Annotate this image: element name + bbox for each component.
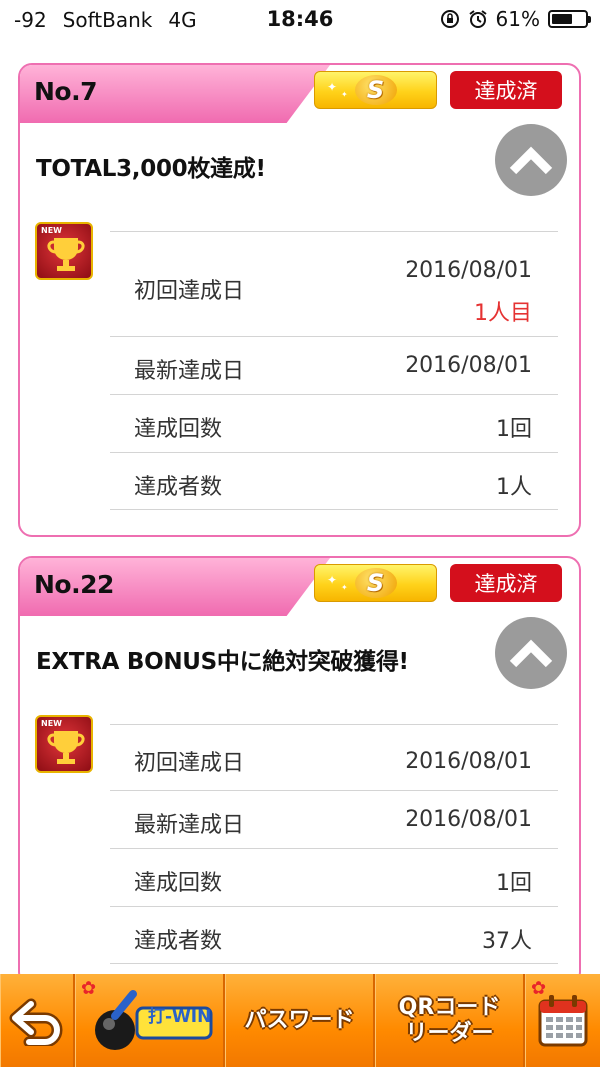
sparkle-icon: ✦ bbox=[327, 573, 338, 587]
stat-value: 1回 bbox=[496, 871, 532, 896]
status-bar: -92 SoftBank 4G 18:46 61% bbox=[0, 0, 600, 40]
achievement-title: EXTRA BONUS中に絶対突破獲得! bbox=[36, 649, 409, 675]
calendar-button[interactable]: ✿ bbox=[525, 974, 600, 1067]
stat-label: 達成回数 bbox=[134, 871, 223, 896]
stat-row: 達成回数 1回 bbox=[110, 394, 558, 452]
stat-value: 1人 bbox=[496, 475, 532, 500]
stat-label: 達成回数 bbox=[134, 417, 223, 442]
stat-value: 37人 bbox=[482, 929, 532, 954]
chevron-up-icon bbox=[509, 146, 553, 175]
card-header: No.7 ✦ ✦ S 達成済 bbox=[20, 65, 579, 123]
achievement-number: No.7 bbox=[34, 77, 98, 106]
stat-label: 達成者数 bbox=[134, 929, 223, 954]
stat-label: 初回達成日 bbox=[134, 279, 245, 304]
status-badge: 達成済 bbox=[450, 71, 562, 109]
back-arrow-icon bbox=[9, 998, 63, 1046]
bottom-nav: ✿ 打-WIN パスワード QRコード リーダー ✿ bbox=[0, 974, 600, 1067]
achievement-number: No.22 bbox=[34, 570, 114, 599]
battery-percent: 61% bbox=[495, 7, 540, 31]
card-header: No.22 ✦ ✦ S 達成済 bbox=[20, 558, 579, 616]
achievement-card: No.22 ✦ ✦ S 達成済 EXTRA BONUS中に絶対突破獲得! NEW… bbox=[18, 556, 581, 986]
stat-row: 最新達成日 2016/08/01 bbox=[110, 790, 558, 848]
trophy-icon: NEW bbox=[35, 715, 93, 773]
calendar-icon bbox=[538, 994, 588, 1046]
battery-icon bbox=[548, 10, 591, 28]
stat-label: 最新達成日 bbox=[134, 359, 245, 384]
sparkle-icon: ✦ bbox=[341, 90, 348, 99]
qr-label-line1: QRコード bbox=[398, 995, 501, 1021]
password-label: パスワード bbox=[244, 1007, 355, 1033]
stat-row: 達成者数 37人 bbox=[110, 906, 558, 964]
collapse-button[interactable] bbox=[495, 617, 567, 689]
stat-label: 達成者数 bbox=[134, 475, 223, 500]
battery-fill bbox=[552, 14, 572, 24]
rank-badge: ✦ ✦ S bbox=[314, 71, 437, 109]
ume-flower-icon: ✿ bbox=[531, 978, 547, 999]
stat-value: 2016/08/01 bbox=[405, 749, 532, 774]
stat-row: 初回達成日 2016/08/01 1人目 bbox=[110, 231, 558, 336]
stat-label: 初回達成日 bbox=[134, 751, 245, 776]
logo-button[interactable]: ✿ 打-WIN bbox=[75, 974, 225, 1067]
stat-label: 最新達成日 bbox=[134, 813, 245, 838]
stat-value: 2016/08/01 bbox=[405, 258, 532, 283]
stat-value: 1回 bbox=[496, 417, 532, 442]
back-button[interactable] bbox=[0, 974, 75, 1067]
achievement-card: No.7 ✦ ✦ S 達成済 TOTAL3,000枚達成! NEW 初回達成日 … bbox=[18, 63, 581, 537]
rank-letter: S bbox=[354, 568, 397, 598]
rank-badge: ✦ ✦ S bbox=[314, 564, 437, 602]
logo-text: 打-WIN bbox=[148, 1007, 212, 1027]
stat-value: 2016/08/01 bbox=[405, 807, 532, 832]
ume-flower-icon: ✿ bbox=[81, 978, 97, 999]
sparkle-icon: ✦ bbox=[341, 583, 348, 592]
sparkle-icon: ✦ bbox=[327, 80, 338, 94]
rank-letter: S bbox=[354, 75, 397, 105]
collapse-button[interactable] bbox=[495, 124, 567, 196]
stat-row: 最新達成日 2016/08/01 bbox=[110, 336, 558, 394]
trophy-icon: NEW bbox=[35, 222, 93, 280]
stat-value: 2016/08/01 bbox=[405, 353, 532, 378]
stat-row: 達成者数 1人 bbox=[110, 452, 558, 510]
stats-table: 初回達成日 2016/08/01 1人目 最新達成日 2016/08/01 達成… bbox=[110, 231, 558, 510]
stat-row: 達成回数 1回 bbox=[110, 848, 558, 906]
achievement-title: TOTAL3,000枚達成! bbox=[36, 156, 266, 182]
qr-reader-button[interactable]: QRコード リーダー bbox=[375, 974, 525, 1067]
status-badge: 達成済 bbox=[450, 564, 562, 602]
alarm-icon bbox=[468, 9, 488, 29]
stat-row: 初回達成日 2016/08/01 bbox=[110, 724, 558, 790]
stats-table: 初回達成日 2016/08/01 最新達成日 2016/08/01 達成回数 1… bbox=[110, 724, 558, 964]
chevron-up-icon bbox=[509, 639, 553, 668]
rotation-lock-icon bbox=[440, 9, 460, 29]
achiever-rank: 1人目 bbox=[474, 301, 532, 326]
status-right: 61% bbox=[440, 7, 591, 31]
password-button[interactable]: パスワード bbox=[225, 974, 375, 1067]
qr-label-line2: リーダー bbox=[405, 1020, 494, 1046]
